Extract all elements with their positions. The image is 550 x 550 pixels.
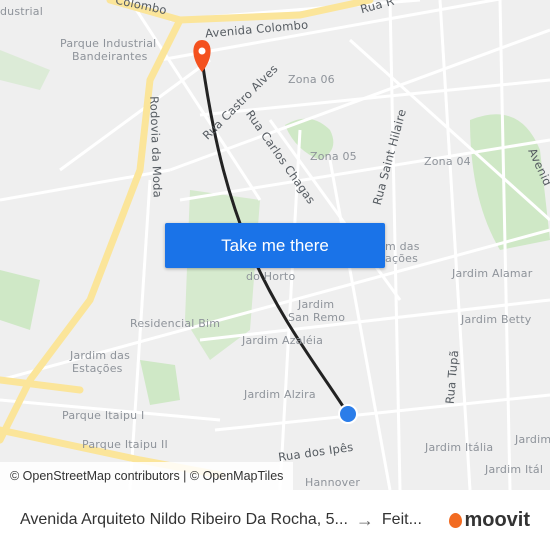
area-label: Jardim Azaléia (242, 334, 324, 347)
area-label: Zona 06 (288, 73, 335, 86)
area-label: Jardim (515, 433, 550, 446)
area-label: Jardim das (70, 349, 131, 362)
moovit-logo: moovit (449, 509, 530, 532)
area-label: Estações (72, 362, 123, 375)
area-label: Hannover (305, 476, 361, 489)
area-label: ações (385, 252, 419, 265)
area-label: San Remo (288, 311, 346, 324)
area-label: Jardim Itál (485, 463, 544, 476)
moovit-pin-icon (449, 513, 463, 528)
area-label: Parque Itaipu I (62, 409, 145, 422)
brand-name: moovit (464, 509, 530, 531)
area-label: Zona 05 (310, 150, 357, 163)
area-label: Parque Itaipu II (82, 438, 168, 451)
area-label: Jardim Itália (425, 441, 494, 454)
area-label: do Horto (246, 270, 296, 283)
area-label: Jardim Betty (461, 313, 532, 326)
origin-dot-icon (338, 404, 358, 424)
area-label: Residencial Bim (130, 317, 221, 330)
area-label: Jardim (298, 298, 335, 311)
take-me-there-button[interactable]: Take me there (165, 223, 385, 268)
destination-label: Feit... (381, 511, 422, 528)
arrow-right-icon: → (355, 509, 374, 530)
area-label: Zona 04 (424, 155, 471, 168)
map-attribution[interactable]: © OpenStreetMap contributors | © OpenMap… (0, 462, 294, 490)
area-label: Jardim Alzira (244, 388, 316, 401)
area-label: Jardim Alamar (452, 267, 533, 280)
origin-label: Avenida Arquiteto Nildo Ribeiro Da Rocha… (20, 511, 348, 528)
area-label: Parque Industrial (60, 37, 157, 50)
area-label: dustrial (0, 5, 43, 18)
destination-pin-icon (193, 40, 211, 72)
area-label: Bandeirantes (72, 50, 148, 63)
map[interactable]: Colombo Avenida Colombo Rua R Rua Castro… (0, 0, 550, 490)
